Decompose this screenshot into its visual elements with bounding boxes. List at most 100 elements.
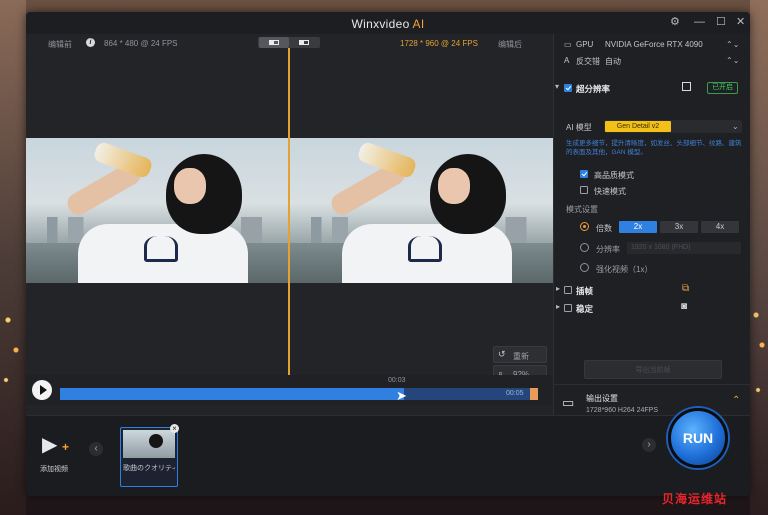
deinterlace-row[interactable]: A 反交错 自动 ⌃⌄ bbox=[554, 56, 750, 72]
bow bbox=[144, 236, 178, 262]
timeline-track[interactable] bbox=[60, 388, 538, 400]
current-time: 00:03 bbox=[388, 377, 406, 384]
camera-icon: ◙ bbox=[681, 301, 688, 312]
expand-up-icon[interactable]: ⌃ bbox=[732, 395, 740, 406]
maximize-icon[interactable]: ☐ bbox=[716, 16, 726, 28]
export-frame-button[interactable]: 导出当前帧 bbox=[584, 360, 722, 379]
enhance-radio[interactable] bbox=[580, 263, 589, 272]
close-icon[interactable]: ✕ bbox=[736, 16, 745, 28]
resolution-row: 分辨率 1920 x 1080 (FHD) bbox=[554, 242, 750, 258]
scale-option-2x[interactable]: 2x bbox=[619, 221, 657, 233]
stabilize-section-header[interactable]: ▸ 稳定 ◙ bbox=[554, 300, 750, 316]
gpu-value: NVIDIA GeForce RTX 4090 bbox=[605, 40, 703, 49]
frame-interp-icon: ⧉ bbox=[682, 283, 690, 294]
scale-radio[interactable] bbox=[580, 222, 589, 231]
timeline-bar: 00:03 00:05 ➤ bbox=[26, 375, 553, 405]
remove-clip-icon[interactable]: × bbox=[170, 424, 179, 433]
add-video-button[interactable]: ▶ + 添加视频 bbox=[38, 432, 78, 476]
deinterlace-value: 自动 bbox=[605, 57, 621, 66]
enhance-label: 强化视频（1x） bbox=[596, 265, 653, 274]
clip-name: 歌曲のクオリティ bbox=[123, 465, 175, 472]
expand-chevron-icon: ▸ bbox=[556, 284, 561, 293]
run-button[interactable]: RUN bbox=[668, 408, 728, 468]
scale-label: 倍数 bbox=[596, 224, 612, 233]
clip-thumbnail[interactable]: 歌曲のクオリティ bbox=[120, 427, 178, 487]
minimize-icon[interactable]: — bbox=[694, 16, 705, 28]
before-label: 编辑前 bbox=[48, 40, 72, 49]
frame-interp-title: 插帧 bbox=[576, 286, 594, 296]
ai-model-select[interactable]: Gen Detail v2 ⌄ bbox=[604, 120, 742, 133]
scale-option-4x[interactable]: 4x bbox=[701, 221, 739, 233]
settings-panel: ▭ GPU NVIDIA GeForce RTX 4090 ⌃⌄ A 反交错 自… bbox=[553, 34, 750, 384]
settings-gear-icon[interactable]: ⚙ bbox=[670, 16, 680, 28]
reset-icon: ↺ bbox=[498, 349, 506, 359]
reset-view-button[interactable]: ↺ 重新 bbox=[493, 346, 547, 363]
end-time: 00:05 bbox=[506, 390, 524, 397]
frame-interp-checkbox[interactable] bbox=[564, 286, 572, 294]
deinterlace-icon: A bbox=[564, 56, 570, 65]
gpu-label: GPU bbox=[576, 40, 594, 49]
media-bar: ▶ + 添加视频 ‹ 歌曲のクオリティ × › bbox=[26, 415, 750, 496]
split-view-button[interactable] bbox=[259, 37, 289, 48]
app-title-main: Winxvideo bbox=[351, 17, 410, 31]
gpu-row[interactable]: ▭ GPU NVIDIA GeForce RTX 4090 ⌃⌄ bbox=[554, 40, 750, 56]
side-by-side-button[interactable] bbox=[289, 37, 319, 48]
stabilize-checkbox[interactable] bbox=[564, 304, 572, 312]
stabilize-title: 稳定 bbox=[576, 304, 594, 314]
face bbox=[174, 168, 206, 204]
info-icon[interactable]: i bbox=[86, 38, 95, 47]
scale-option-3x[interactable]: 3x bbox=[660, 221, 698, 233]
play-button[interactable] bbox=[32, 380, 52, 400]
app-title-ai: AI bbox=[412, 17, 425, 31]
after-label: 编辑后 bbox=[498, 40, 522, 49]
gpu-dropdown-icon: ⌃⌄ bbox=[726, 40, 740, 49]
scale-row: 倍数 2x 3x 4x bbox=[554, 221, 750, 237]
preview-area: 编辑前 i 864 * 480 @ 24 FPS 1728 * 960 @ 24… bbox=[26, 34, 553, 384]
fast-mode-label: 快速模式 bbox=[594, 187, 626, 196]
next-clip-icon[interactable]: › bbox=[642, 438, 656, 452]
mouse-cursor-icon: ➤ bbox=[396, 388, 407, 403]
add-video-label: 添加视频 bbox=[40, 466, 68, 473]
face bbox=[438, 168, 470, 204]
frame-interp-section-header[interactable]: ▸ 插帧 ⧉ bbox=[554, 282, 750, 298]
expand-icon[interactable] bbox=[682, 82, 691, 91]
output-title: 输出设置 bbox=[586, 394, 618, 403]
hq-mode-checkbox[interactable] bbox=[580, 170, 588, 178]
split-view-icon bbox=[269, 40, 279, 45]
title-bar: Winxvideo AI ⚙ — ☐ ✕ bbox=[26, 12, 750, 34]
output-details: 1728*960 H264 24FPS bbox=[586, 407, 658, 414]
add-video-icon: ▶ bbox=[42, 434, 58, 456]
resolution-radio[interactable] bbox=[580, 243, 589, 252]
ai-model-value: Gen Detail v2 bbox=[605, 121, 671, 132]
deinterlace-label: 反交错 bbox=[576, 57, 600, 66]
superres-status-badge: 已开启 bbox=[707, 82, 738, 94]
app-title: Winxvideo AI bbox=[26, 17, 750, 31]
after-video-frame bbox=[290, 138, 553, 283]
resolution-label: 分辨率 bbox=[596, 245, 620, 254]
timeline-progress bbox=[60, 388, 405, 400]
output-monitor-icon: ▭ bbox=[562, 395, 575, 410]
superres-checkbox[interactable] bbox=[564, 84, 572, 92]
before-resolution: 864 * 480 @ 24 FPS bbox=[104, 39, 178, 48]
model-description: 生成更多细节，提升清晰度，如发丝、头部细节、纹路、建筑的表面及其他，GAN 模型… bbox=[566, 140, 742, 156]
mode-settings-label: 模式设置 bbox=[566, 205, 598, 214]
reset-label: 重新 bbox=[513, 352, 529, 361]
watermark-text: 贝海运维站 bbox=[662, 492, 728, 506]
enhance-row: 强化视频（1x） bbox=[554, 262, 750, 278]
fast-mode-checkbox[interactable] bbox=[580, 186, 588, 194]
hq-mode-label: 高品质模式 bbox=[594, 171, 634, 180]
ai-model-label: AI 模型 bbox=[566, 123, 592, 132]
superres-title: 超分辨率 bbox=[576, 84, 611, 94]
prev-clip-icon[interactable]: ‹ bbox=[89, 442, 103, 456]
trim-end-handle[interactable] bbox=[530, 388, 538, 400]
background-city-lights-right bbox=[750, 300, 768, 410]
resolution-select[interactable]: 1920 x 1080 (FHD) bbox=[627, 242, 741, 254]
run-label: RUN bbox=[682, 430, 714, 446]
side-by-side-icon bbox=[299, 40, 309, 45]
compare-divider-handle[interactable] bbox=[288, 48, 290, 384]
compare-mode-toggle bbox=[258, 37, 320, 48]
bow bbox=[408, 236, 442, 262]
after-resolution: 1728 * 960 @ 24 FPS bbox=[400, 39, 478, 48]
superres-section-header[interactable]: ▾ 超分辨率 已开启 bbox=[554, 80, 750, 96]
background-city-lights-left bbox=[0, 300, 26, 410]
